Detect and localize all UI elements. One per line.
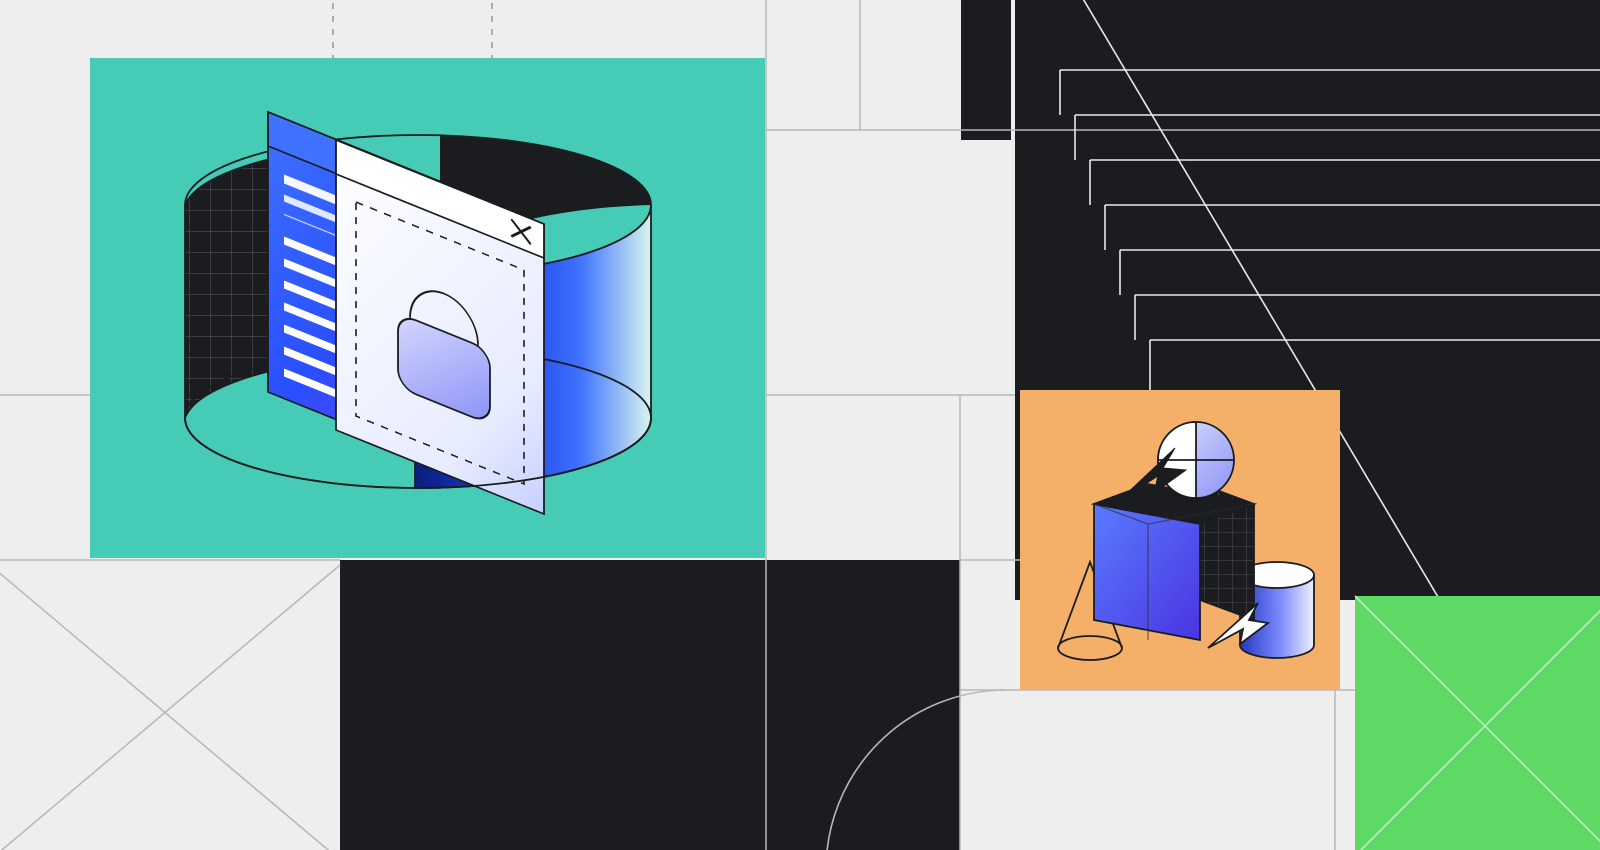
orange-panel xyxy=(1020,390,1340,690)
teal-panel xyxy=(90,58,765,558)
sphere-icon xyxy=(1158,422,1234,498)
green-x-panel xyxy=(1355,596,1600,850)
